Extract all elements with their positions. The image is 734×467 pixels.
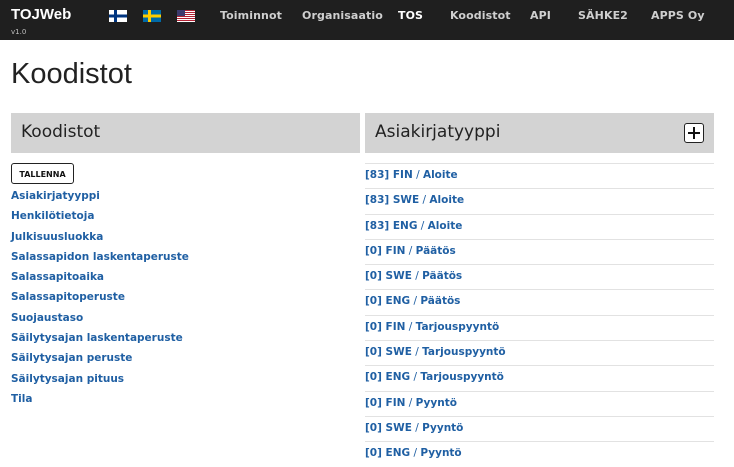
right-panel-header: Asiakirjatyyppi [365,113,714,153]
value-row[interactable]: [0] SWE / Päätös [365,264,714,289]
nav-item-organisaatio[interactable]: Organisaatio [302,9,383,22]
finnish-flag-icon[interactable] [109,10,127,22]
value-row[interactable]: [0] ENG / Päätös [365,289,714,314]
nav-item-sahke2[interactable]: SÄHKE2 [578,9,628,22]
list-item[interactable]: Salassapitoaika [11,271,189,291]
value-row[interactable]: [0] FIN / Tarjouspyyntö [365,314,714,340]
value-row[interactable]: [0] FIN / Päätös [365,238,714,264]
nav-item-toiminnot[interactable]: Toiminnot [220,9,282,22]
value-code: [0] FIN [365,320,406,333]
plus-icon[interactable] [684,123,704,143]
nav-item-koodistot[interactable]: Koodistot [450,9,511,22]
value-name: Pyyntö [422,421,464,434]
left-panel-title: Koodistot [21,122,101,142]
save-button[interactable]: Tallenna [11,163,74,184]
value-name: Aloite [422,169,458,181]
swedish-flag-icon[interactable] [143,10,161,22]
value-name: Aloite [427,219,463,232]
value-code: [83] SWE [365,194,420,207]
list-item[interactable]: Salassapitoperuste [11,291,189,311]
value-name: Tarjouspyyntö [422,346,506,359]
value-row[interactable]: [0] ENG / Tarjouspyyntö [365,365,714,390]
list-item[interactable]: Säilytysajan laskentaperuste [11,332,189,352]
list-item[interactable]: Suojaustaso [11,312,189,332]
nav-item-apps-oy[interactable]: APPS Oy [651,9,705,22]
nav-item-tos[interactable]: TOS [398,9,423,22]
list-item[interactable]: Salassapidon laskentaperuste [11,251,189,271]
value-code: [0] ENG [365,371,411,384]
value-code: [0] ENG [365,295,411,308]
value-row[interactable]: [0] FIN / Pyyntö [365,390,714,416]
value-code: [0] SWE [365,421,412,434]
value-name: Päätös [422,270,463,283]
value-code: [83] FIN [365,169,413,181]
nav-item-api[interactable]: API [530,9,551,22]
value-code: [83] ENG [365,219,418,232]
value-list: [83] FIN / Aloite [83] SWE / Aloite [83]… [365,163,714,467]
list-item[interactable]: Säilytysajan pituus [11,373,189,393]
value-name: Tarjouspyyntö [420,371,504,384]
value-name: Pyyntö [420,447,462,460]
value-code: [0] ENG [365,447,411,460]
value-name: Pyyntö [415,396,457,409]
list-item[interactable]: Henkilötietoja [11,210,189,230]
value-row[interactable]: [0] SWE / Tarjouspyyntö [365,340,714,365]
top-navbar: TOJWeb v1.0 Toiminnot Organisaatio TOS K… [0,0,734,40]
value-code: [0] SWE [365,270,412,283]
list-item[interactable]: Tila [11,393,189,413]
value-code: [0] FIN [365,244,406,257]
value-name: Aloite [429,194,465,207]
value-row[interactable]: [83] FIN / Aloite [365,163,714,188]
us-flag-icon[interactable] [177,10,195,22]
app-version: v1.0 [11,28,27,36]
value-code: [0] FIN [365,396,406,409]
right-panel-title: Asiakirjatyyppi [375,122,501,142]
value-row[interactable]: [0] SWE / Pyyntö [365,415,714,441]
list-item[interactable]: Säilytysajan peruste [11,352,189,372]
list-item[interactable]: Julkisuusluokka [11,231,189,251]
value-name: Tarjouspyyntö [415,320,500,333]
list-item[interactable]: Asiakirjatyyppi [11,190,189,210]
value-row[interactable]: [83] SWE / Aloite [365,188,714,213]
page-title: Koodistot [11,58,132,90]
code-list: Asiakirjatyyppi Henkilötietoja Julkisuus… [11,190,189,413]
value-name: Päätös [420,295,461,308]
value-row[interactable]: [83] ENG / Aloite [365,213,714,239]
left-panel-header: Koodistot [11,113,360,153]
value-code: [0] SWE [365,346,412,359]
value-row[interactable]: [0] ENG / Pyyntö [365,441,714,466]
brand-name[interactable]: TOJWeb [11,6,71,23]
value-name: Päätös [415,244,456,257]
